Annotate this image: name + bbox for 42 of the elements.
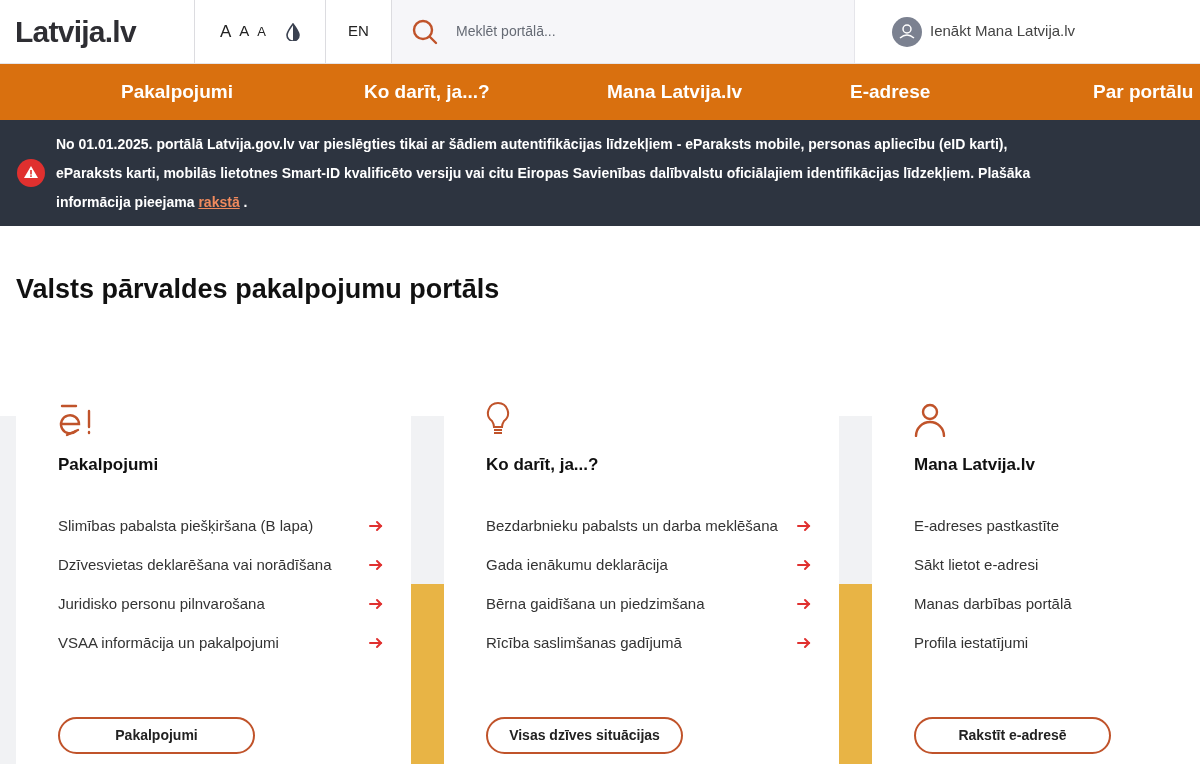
card-title: Pakalpojumi (58, 453, 160, 476)
card-link[interactable]: Sākt lietot e-adresi (914, 554, 1172, 576)
card-title: Mana Latvija.lv (914, 453, 1036, 476)
card-button[interactable]: Rakstīt e-adresē (914, 717, 1111, 754)
arrow-right-icon (369, 559, 383, 571)
contrast-icon[interactable] (286, 22, 300, 41)
text-size-button[interactable]: A (220, 18, 232, 45)
article-link[interactable]: rakstā (198, 193, 240, 210)
text-size-button[interactable]: A (239, 20, 250, 43)
card-button[interactable]: Visas dzīves situācijas (486, 717, 683, 754)
search-icon (412, 18, 438, 45)
card-link[interactable]: Manas darbības portālā (914, 593, 1172, 615)
card-link[interactable]: E-adreses pastkastīte (914, 515, 1172, 537)
card-link[interactable]: Profila iestatījumi (914, 632, 1172, 654)
avatar-icon (892, 16, 922, 47)
card-link[interactable]: VSAA informācija un pakalpojumi (58, 632, 383, 654)
arrow-right-icon (369, 598, 383, 610)
card-link[interactable]: Bērna gaidīšana un piedzimšana (486, 593, 811, 615)
search-field[interactable]: Meklēt portālā... (456, 21, 854, 42)
card-button[interactable]: Pakalpojumi (58, 717, 255, 754)
arrow-right-icon (797, 520, 811, 532)
arrow-right-icon (369, 637, 383, 649)
card-link[interactable]: Juridisko personu pilnvarošana (58, 593, 383, 615)
page-heading: Valsts pārvaldes pakalpojumu portāls (15, 273, 501, 306)
card-link[interactable]: Bezdarbnieku pabalsts un darba meklēšana (486, 515, 811, 537)
site-logo[interactable]: Latvija.lv (15, 9, 136, 54)
card-link[interactable]: Slimības pabalsta piešķiršana (B lapa) (58, 515, 383, 537)
search-bar[interactable]: Meklēt portālā... (392, 0, 855, 63)
user-icon (914, 402, 946, 437)
card-title: Ko darīt, ja...? (486, 453, 600, 476)
card-link[interactable]: Rīcība saslimšanas gadījumā (486, 632, 811, 654)
warning-icon (17, 159, 45, 187)
alert-message: No 01.01.2025. portālā Latvija.gov.lv var pieslēgties tikai ar šādiem autentifikācijas līdzekļiem - eParaksts mobile, personas apliecību (eID karti), eParaksts karti, mobilās lietotnes Smart-ID kvalificēto versiju vai citu Eiropas Savienības dalībvalstu oficiālajiem identifikācijas līdzekļiem. Plašāka informācija pieejama rakstā . (56, 134, 1032, 212)
arrow-right-icon (797, 637, 811, 649)
card-link[interactable]: Gada ienākumu deklarācija (486, 554, 811, 576)
arrow-right-icon (797, 559, 811, 571)
login-button[interactable]: Ienākt Mana Latvija.lv (892, 16, 1076, 47)
text-size-button[interactable]: A (257, 21, 266, 42)
arrow-right-icon (369, 520, 383, 532)
arrow-right-icon (797, 598, 811, 610)
lightbulb-icon (486, 400, 510, 437)
card-link[interactable]: Dzīvesvietas deklarēšana vai norādīšana (58, 554, 383, 576)
